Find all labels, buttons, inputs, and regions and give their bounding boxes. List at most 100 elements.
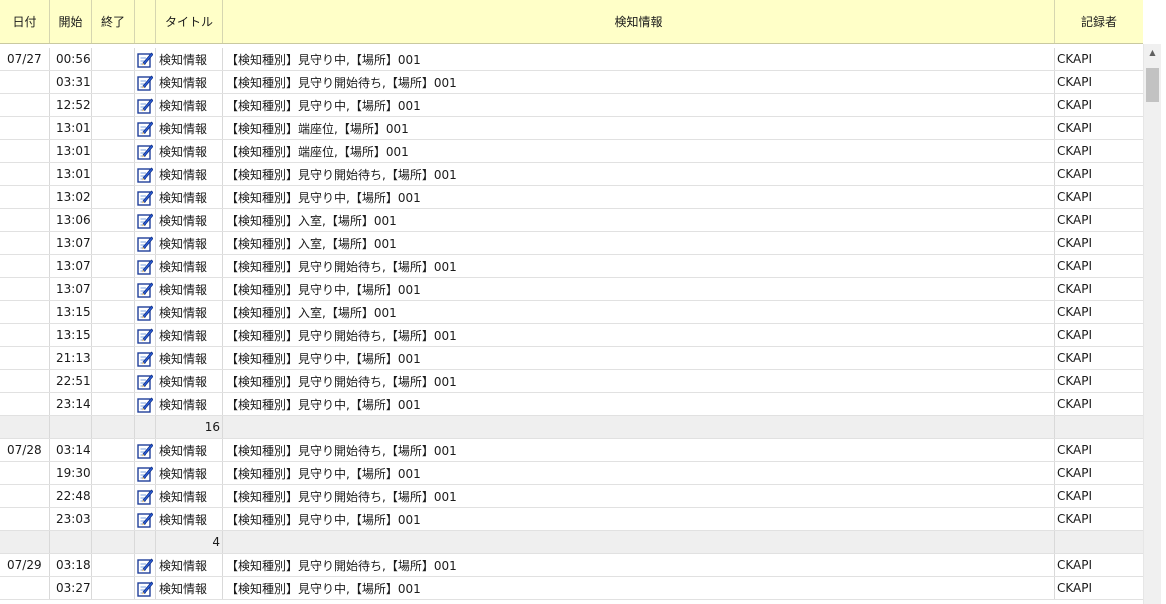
- cell-icon[interactable]: [135, 163, 156, 185]
- table-row[interactable]: 23:14 検知情報 【検知種別】見守り中,【場所】001 CKAPI: [0, 393, 1143, 416]
- cell-recorder: [1055, 531, 1143, 553]
- summary-row[interactable]: 16: [0, 416, 1143, 439]
- cell-info: 【検知種別】見守り中,【場所】001: [223, 186, 1055, 208]
- memo-pencil-icon: [137, 212, 153, 229]
- table-row[interactable]: 21:13 検知情報 【検知種別】見守り中,【場所】001 CKAPI: [0, 347, 1143, 370]
- cell-recorder: CKAPI: [1057, 190, 1093, 204]
- cell-start-time: 22:48: [50, 485, 92, 507]
- cell-icon[interactable]: [135, 48, 156, 70]
- cell-start-time: 03:18: [50, 554, 92, 576]
- table-row[interactable]: 13:01 検知情報 【検知種別】端座位,【場所】001 CKAPI: [0, 140, 1143, 163]
- cell-end-time: [92, 370, 135, 392]
- column-header-info[interactable]: 検知情報: [223, 0, 1055, 43]
- cell-start-time: 03:27: [50, 577, 92, 599]
- memo-pencil-icon: [137, 51, 153, 68]
- memo-pencil-icon: [137, 465, 153, 482]
- cell-icon[interactable]: [135, 232, 156, 254]
- cell-info: [223, 531, 1055, 553]
- column-header-recorder[interactable]: 記録者: [1055, 0, 1143, 43]
- memo-pencil-icon: [137, 580, 153, 597]
- memo-pencil-icon: [137, 281, 153, 298]
- cell-recorder: CKAPI: [1057, 213, 1093, 227]
- cell-date: 07/27: [0, 48, 50, 70]
- column-header-title[interactable]: タイトル: [156, 0, 223, 43]
- cell-icon[interactable]: [135, 71, 156, 93]
- cell-date: [0, 186, 50, 208]
- table-row[interactable]: 19:30 検知情報 【検知種別】見守り中,【場所】001 CKAPI: [0, 462, 1143, 485]
- cell-end-time: [92, 485, 135, 507]
- cell-icon[interactable]: [135, 186, 156, 208]
- cell-icon[interactable]: [135, 347, 156, 369]
- cell-title: 検知情報: [156, 278, 223, 300]
- cell-info: 【検知種別】見守り中,【場所】001: [223, 577, 1055, 599]
- cell-icon[interactable]: [135, 370, 156, 392]
- cell-icon[interactable]: [135, 324, 156, 346]
- cell-icon[interactable]: [135, 462, 156, 484]
- table-row[interactable]: 23:03 検知情報 【検知種別】見守り中,【場所】001 CKAPI: [0, 508, 1143, 531]
- table-row[interactable]: 13:01 検知情報 【検知種別】端座位,【場所】001 CKAPI: [0, 117, 1143, 140]
- table-row[interactable]: 13:07 検知情報 【検知種別】見守り開始待ち,【場所】001 CKAPI: [0, 255, 1143, 278]
- cell-icon[interactable]: [135, 577, 156, 599]
- cell-start: [50, 531, 92, 553]
- cell-icon[interactable]: [135, 255, 156, 277]
- cell-date: [0, 324, 50, 346]
- cell-icon[interactable]: [135, 439, 156, 461]
- cell-info: 【検知種別】見守り開始待ち,【場所】001: [223, 324, 1055, 346]
- cell-recorder: CKAPI: [1057, 328, 1093, 342]
- column-header-start[interactable]: 開始: [50, 0, 92, 43]
- cell-end-time: [92, 577, 135, 599]
- table-row[interactable]: 07/28 03:14 検知情報 【検知種別】見守り開始待ち,【場所】001 CKAPI: [0, 439, 1143, 462]
- scrollbar-thumb[interactable]: [1146, 68, 1159, 102]
- table-row[interactable]: 13:15 検知情報 【検知種別】見守り開始待ち,【場所】001 CKAPI: [0, 324, 1143, 347]
- table-row[interactable]: 22:48 検知情報 【検知種別】見守り開始待ち,【場所】001 CKAPI: [0, 485, 1143, 508]
- column-header-end[interactable]: 終了: [92, 0, 135, 43]
- summary-row[interactable]: 4: [0, 531, 1143, 554]
- cell-icon[interactable]: [135, 278, 156, 300]
- cell-icon[interactable]: [135, 301, 156, 323]
- cell-end-time: [92, 71, 135, 93]
- cell-title: 検知情報: [156, 485, 223, 507]
- cell-icon[interactable]: [135, 117, 156, 139]
- table-row[interactable]: 13:01 検知情報 【検知種別】見守り開始待ち,【場所】001 CKAPI: [0, 163, 1143, 186]
- table-row[interactable]: 07/29 03:18 検知情報 【検知種別】見守り開始待ち,【場所】001 CKAPI: [0, 554, 1143, 577]
- table-row[interactable]: 13:15 検知情報 【検知種別】入室,【場所】001 CKAPI: [0, 301, 1143, 324]
- cell-date: [0, 531, 50, 553]
- cell-recorder: CKAPI: [1057, 144, 1093, 158]
- cell-icon[interactable]: [135, 140, 156, 162]
- cell-start-time: 13:07: [50, 278, 92, 300]
- table-row[interactable]: 07/27 00:56 検知情報 【検知種別】見守り中,【場所】001 CKAPI: [0, 48, 1143, 71]
- table-row[interactable]: 13:02 検知情報 【検知種別】見守り中,【場所】001 CKAPI: [0, 186, 1143, 209]
- table-row[interactable]: 13:07 検知情報 【検知種別】見守り中,【場所】001 CKAPI: [0, 278, 1143, 301]
- table-row[interactable]: 13:06 検知情報 【検知種別】入室,【場所】001 CKAPI: [0, 209, 1143, 232]
- table-row[interactable]: 13:07 検知情報 【検知種別】入室,【場所】001 CKAPI: [0, 232, 1143, 255]
- cell-end-time: [92, 347, 135, 369]
- cell-title: 検知情報: [156, 508, 223, 530]
- cell-icon[interactable]: [135, 209, 156, 231]
- cell-end-time: [92, 163, 135, 185]
- cell-icon[interactable]: [135, 554, 156, 576]
- cell-icon[interactable]: [135, 485, 156, 507]
- table-body: 07/27 00:56 検知情報 【検知種別】見守り中,【場所】001 CKAPI 03:…: [0, 48, 1143, 604]
- vertical-scrollbar[interactable]: ▲: [1143, 44, 1161, 604]
- cell-recorder: CKAPI: [1057, 397, 1093, 411]
- chevron-up-icon[interactable]: ▲: [1144, 44, 1161, 61]
- column-header-date[interactable]: 日付: [0, 0, 50, 43]
- cell-icon[interactable]: [135, 94, 156, 116]
- cell-icon[interactable]: [135, 508, 156, 530]
- cell-end-time: [92, 324, 135, 346]
- cell-title: 検知情報: [156, 48, 223, 70]
- cell-info: 【検知種別】見守り開始待ち,【場所】001: [223, 71, 1055, 93]
- table-row[interactable]: 03:27 検知情報 【検知種別】見守り中,【場所】001 CKAPI: [0, 577, 1143, 600]
- table-row[interactable]: 03:31 検知情報 【検知種別】見守り開始待ち,【場所】001 CKAPI: [0, 71, 1143, 94]
- cell-start-time: 23:03: [50, 508, 92, 530]
- cell-recorder: CKAPI: [1057, 98, 1093, 112]
- column-header-icon[interactable]: [135, 0, 156, 43]
- cell-recorder: CKAPI: [1057, 75, 1093, 89]
- table-row[interactable]: 22:51 検知情報 【検知種別】見守り開始待ち,【場所】001 CKAPI: [0, 370, 1143, 393]
- table-row[interactable]: 12:52 検知情報 【検知種別】見守り中,【場所】001 CKAPI: [0, 94, 1143, 117]
- cell-end: [92, 416, 135, 438]
- memo-pencil-icon: [137, 488, 153, 505]
- memo-pencil-icon: [137, 350, 153, 367]
- cell-icon[interactable]: [135, 393, 156, 415]
- cell-start-time: 12:52: [50, 94, 92, 116]
